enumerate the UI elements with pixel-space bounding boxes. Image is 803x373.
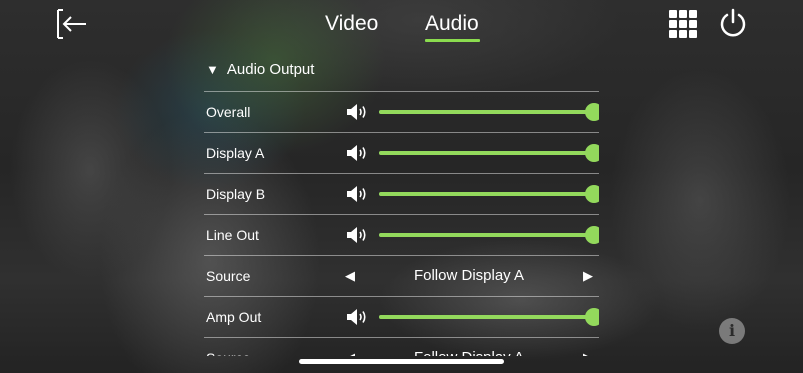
row-display-a: Display A — [204, 132, 599, 173]
keypad-grid-icon-graphic — [669, 10, 697, 38]
volume-slider-overall[interactable] — [379, 102, 599, 122]
section-title: Audio Output — [226, 61, 315, 78]
source-next-button[interactable]: ▶ — [583, 256, 593, 296]
caret-down-icon: ▼ — [206, 62, 219, 77]
row-label: Line Out — [206, 227, 259, 243]
tab-audio[interactable]: Audio — [425, 11, 479, 37]
volume-slider-amp-out[interactable] — [379, 307, 599, 327]
slider-thumb[interactable] — [585, 185, 599, 203]
power-icon[interactable] — [718, 8, 748, 38]
row-label: Display A — [206, 145, 265, 161]
speaker-volume-icon[interactable] — [346, 185, 370, 203]
home-indicator[interactable] — [299, 359, 504, 364]
row-line-out: Line Out — [204, 214, 599, 255]
row-overall: Overall — [204, 91, 599, 132]
row-label: Source — [206, 268, 251, 284]
amp-source-value: Follow Display A — [364, 338, 574, 356]
exit-arrow-icon-graphic — [57, 9, 86, 39]
source-previous-button[interactable]: ◀ — [345, 256, 355, 296]
row-display-b: Display B — [204, 173, 599, 214]
power-icon-graphic — [720, 8, 746, 37]
slider-fill — [379, 233, 594, 237]
slider-fill — [379, 151, 594, 155]
row-label: Display B — [206, 186, 266, 202]
top-bar: Video Audio — [0, 0, 803, 48]
exit-arrow-icon[interactable] — [55, 8, 87, 40]
audio-output-list: Overall Display A Display B Line Out Sou… — [204, 91, 599, 356]
row-label: Overall — [206, 104, 251, 120]
slider-thumb[interactable] — [585, 144, 599, 162]
keypad-grid-icon[interactable] — [669, 10, 697, 38]
slider-thumb[interactable] — [585, 103, 599, 121]
slider-thumb[interactable] — [585, 226, 599, 244]
source-value: Follow Display A — [413, 267, 525, 284]
amp-source-next-button[interactable]: ▶ — [583, 338, 593, 356]
row-label: Amp Out — [206, 309, 262, 325]
volume-slider-display-b[interactable] — [379, 184, 599, 204]
speaker-volume-icon[interactable] — [346, 308, 370, 326]
speaker-volume-icon[interactable] — [346, 103, 370, 121]
row-amp-out: Amp Out — [204, 296, 599, 337]
info-icon[interactable]: i — [719, 318, 745, 344]
speaker-volume-icon[interactable] — [346, 144, 370, 162]
speaker-volume-icon[interactable] — [346, 226, 370, 244]
amp-source-previous-button[interactable]: ◀ — [345, 338, 355, 356]
slider-fill — [379, 110, 594, 114]
row-source: Source ◀ Follow Display A ▶ — [204, 255, 599, 296]
row-label: Source — [206, 338, 250, 356]
volume-slider-line-out[interactable] — [379, 225, 599, 245]
slider-fill — [379, 315, 594, 319]
audio-control-screen: Video Audio ▼ Audio Output Overall Displ… — [0, 0, 803, 373]
slider-fill — [379, 192, 594, 196]
tab-video[interactable]: Video — [325, 11, 378, 37]
slider-thumb[interactable] — [585, 308, 599, 326]
active-tab-indicator — [425, 39, 480, 42]
row-amp-source: Source ◀ Follow Display A ▶ — [204, 337, 599, 356]
volume-slider-display-a[interactable] — [379, 143, 599, 163]
audio-output-section-toggle[interactable]: ▼ Audio Output — [206, 60, 314, 80]
